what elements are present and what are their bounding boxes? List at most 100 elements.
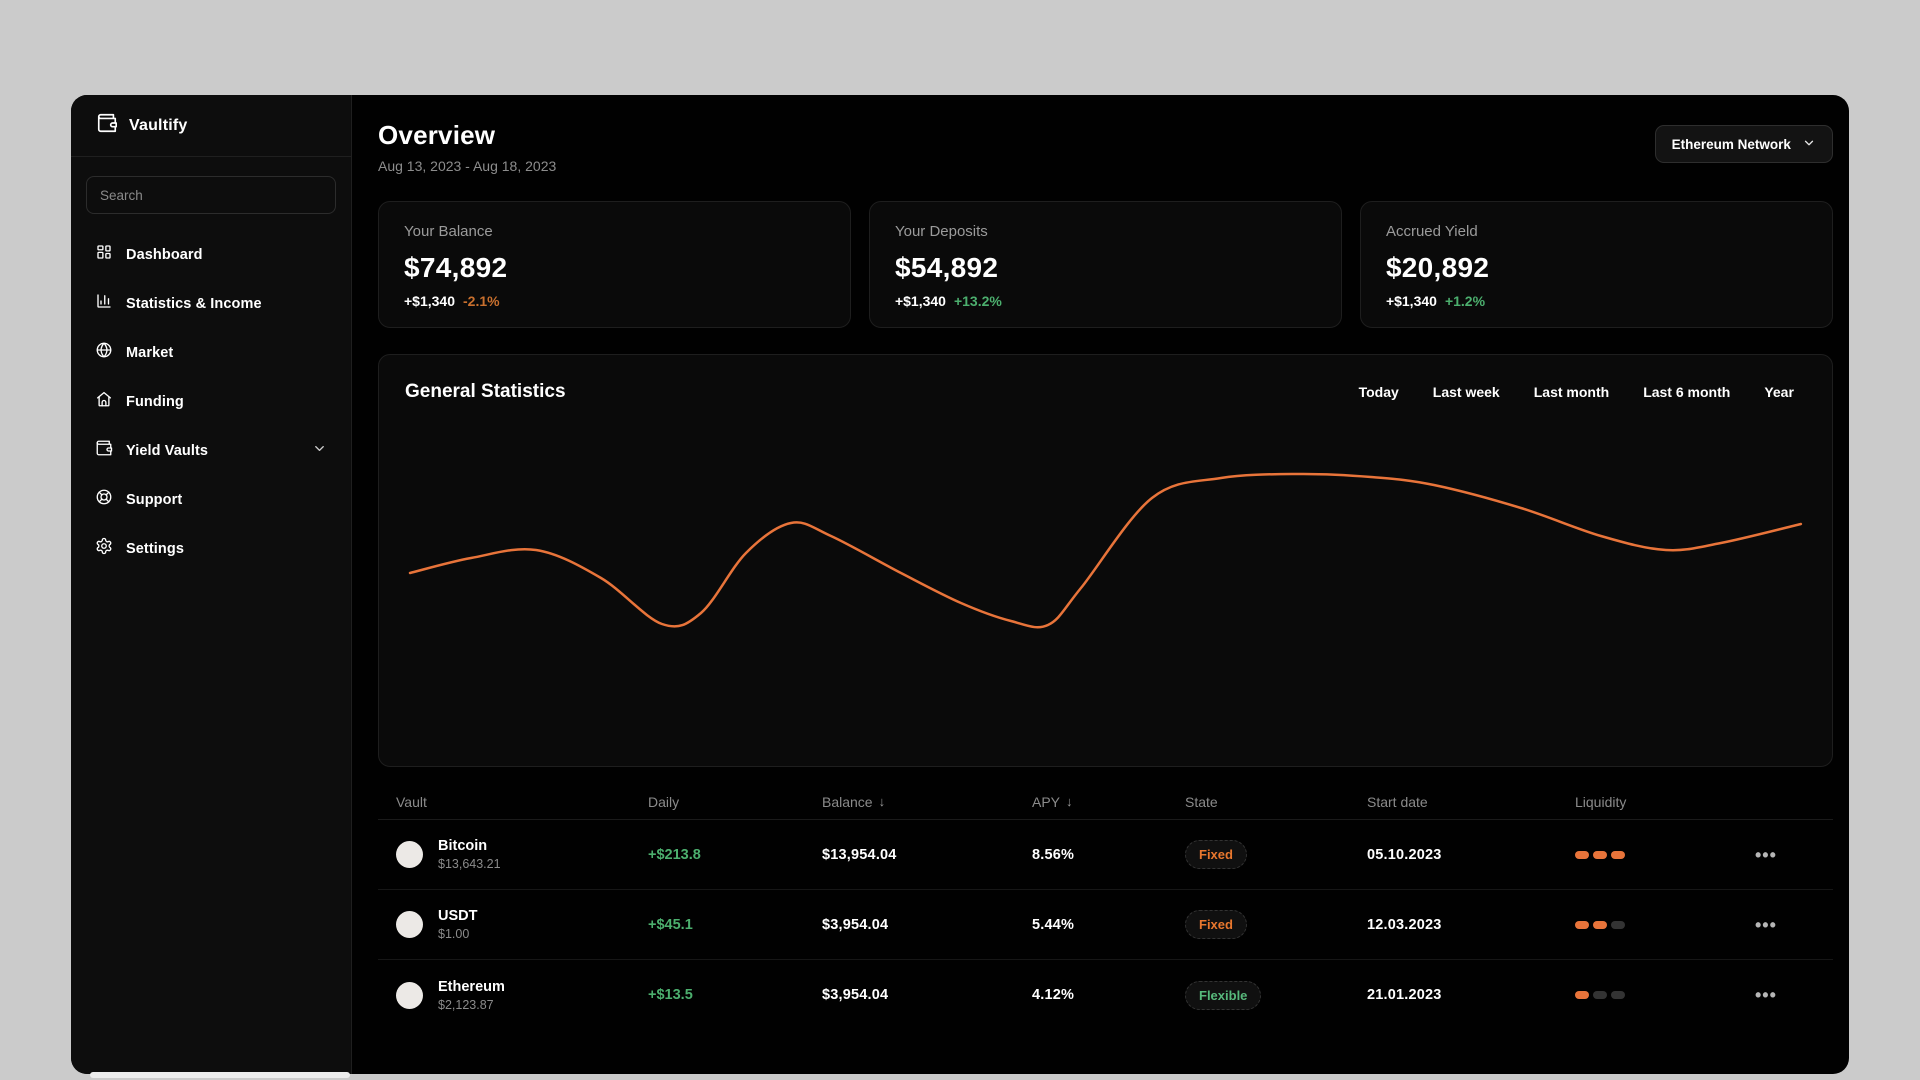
filter-last-6-month[interactable]: Last 6 month	[1643, 384, 1730, 400]
sidebar-item-market[interactable]: Market	[84, 332, 338, 373]
card-label: Your Balance	[404, 223, 493, 240]
sort-down-icon: ↓	[1066, 794, 1073, 809]
col-apy[interactable]: APY ↓	[1032, 794, 1185, 810]
section-title: General Statistics	[405, 381, 566, 402]
table-header: Vault Daily Balance ↓ APY ↓ State Start da…	[378, 784, 1833, 820]
start-date: 12.03.2023	[1367, 916, 1442, 933]
card-label: Your Deposits	[894, 223, 988, 240]
filter-last-month[interactable]: Last month	[1534, 384, 1609, 400]
apy-value: 5.44%	[1032, 916, 1075, 933]
card-change: +$1,340	[894, 293, 946, 309]
sidebar-nav: Dashboard Statistics & Income Market Fun…	[71, 218, 351, 593]
state-badge: Flexible	[1185, 980, 1262, 1010]
coin-price: $13,643.21	[438, 857, 501, 871]
card-value: $54,892	[894, 252, 999, 283]
daily-change: +$213.8	[648, 846, 701, 863]
table-row-bitcoin[interactable]: Bitcoin $13,643.21 +$213.8 $13,954.04 8.…	[378, 820, 1833, 890]
state-badge: Fixed	[1185, 910, 1247, 939]
usdt-coin-icon	[396, 911, 423, 938]
page-title: Overview	[378, 120, 496, 150]
coin-price: $2,123.87	[438, 997, 494, 1012]
liquidity-indicator	[1575, 850, 1755, 859]
globe-icon	[95, 341, 113, 364]
daily-change: +$45.1	[648, 916, 693, 933]
sidebar-item-dashboard[interactable]: Dashboard	[84, 234, 338, 275]
main-content: Overview Aug 13, 2023 - Aug 18, 2023 Eth…	[352, 95, 1849, 1074]
sidebar-item-label: Dashboard	[126, 246, 203, 263]
filter-last-week[interactable]: Last week	[1433, 384, 1500, 400]
home-icon	[95, 390, 113, 413]
col-state[interactable]: State	[1185, 794, 1367, 810]
app-window: Vaultify Dashboard	[71, 95, 1849, 1074]
lifebuoy-icon	[95, 488, 113, 511]
sidebar-item-funding[interactable]: Funding	[84, 381, 338, 422]
card-change: +$1,340	[1385, 293, 1437, 309]
network-selector-button[interactable]: Ethereum Network	[1654, 125, 1833, 163]
logo: Vaultify	[71, 95, 351, 157]
apy-value: 4.12%	[1032, 987, 1075, 1003]
card-change: +$1,340	[404, 293, 455, 309]
filter-year[interactable]: Year	[1764, 384, 1794, 400]
chevron-down-icon[interactable]	[312, 441, 327, 461]
sidebar-item-label: Yield Vaults	[126, 442, 209, 459]
coin-name: USDT	[438, 908, 478, 924]
row-actions-menu[interactable]: •••	[1755, 846, 1833, 864]
performance-line-chart	[379, 403, 1832, 751]
sidebar-item-label: Market	[126, 344, 174, 361]
col-vault[interactable]: Vault	[396, 794, 648, 810]
sidebar-item-yield-vaults[interactable]: Yield Vaults	[84, 430, 338, 471]
sidebar-item-label: Support	[126, 491, 183, 508]
app-title: Vaultify	[129, 116, 188, 134]
bitcoin-coin-icon	[396, 841, 423, 868]
table-row-usdt[interactable]: USDT $1.00 +$45.1 $3,954.04 5.44% Fixed …	[378, 890, 1833, 960]
network-selector-label: Ethereum Network	[1671, 136, 1791, 152]
col-liquidity[interactable]: Liquidity	[1575, 794, 1755, 810]
row-actions-menu[interactable]: •••	[1755, 916, 1833, 934]
start-date: 21.01.2023	[1367, 987, 1442, 1003]
vaults-table: Vault Daily Balance ↓ APY ↓ State Start da…	[378, 784, 1833, 1030]
col-balance[interactable]: Balance ↓	[822, 794, 1032, 810]
balance-value: $13,954.04	[822, 846, 897, 863]
filter-today[interactable]: Today	[1359, 384, 1399, 400]
bar-chart-icon	[95, 292, 113, 315]
apy-value: 8.56%	[1032, 846, 1075, 863]
row-actions-menu[interactable]: •••	[1755, 986, 1833, 1004]
gear-icon	[95, 537, 113, 560]
coin-name: Bitcoin	[438, 838, 488, 854]
card-delta: -2.1%	[463, 293, 500, 309]
sidebar-item-label: Statistics & Income	[126, 295, 262, 312]
wallet-logo-icon	[96, 112, 118, 139]
sidebar-item-settings[interactable]: Settings	[84, 528, 338, 569]
balance-value: $3,954.04	[822, 987, 889, 1003]
state-badge: Fixed	[1185, 840, 1247, 869]
time-filters: Today Last week Last month Last 6 month …	[1359, 384, 1794, 400]
horizontal-scrollbar[interactable]	[90, 1072, 350, 1078]
balance-card: Your Balance $74,892 +$1,340 -2.1%	[378, 201, 851, 328]
liquidity-indicator	[1575, 920, 1755, 929]
sidebar: Vaultify Dashboard	[71, 95, 352, 1074]
daily-change: +$13.5	[648, 987, 693, 1003]
card-delta: +13.2%	[953, 293, 1002, 309]
table-row-ethereum[interactable]: Ethereum $2,123.87 +$13.5 $3,954.04 4.12…	[378, 960, 1833, 1030]
sidebar-item-label: Funding	[126, 393, 184, 410]
sort-down-icon: ↓	[878, 794, 886, 809]
col-daily[interactable]: Daily	[648, 794, 822, 810]
sidebar-item-support[interactable]: Support	[84, 479, 338, 520]
line-chart-svg	[408, 472, 1803, 629]
accrued-yield-card: Accrued Yield $20,892 +$1,340 +1.2%	[1359, 201, 1833, 328]
start-date: 05.10.2023	[1367, 846, 1442, 863]
dashboard-grid-icon	[95, 243, 113, 266]
date-range: Aug 13, 2023 - Aug 18, 2023	[378, 158, 557, 174]
wallet-icon	[95, 439, 113, 462]
chevron-down-icon	[1802, 136, 1816, 153]
card-value: $74,892	[404, 252, 508, 283]
search-input[interactable]	[86, 176, 336, 214]
ethereum-coin-icon	[396, 981, 423, 1009]
col-start-date[interactable]: Start date	[1367, 794, 1575, 810]
deposits-card: Your Deposits $54,892 +$1,340 +13.2%	[868, 201, 1342, 328]
sidebar-item-label: Settings	[126, 540, 184, 557]
sidebar-item-statistics-income[interactable]: Statistics & Income	[84, 283, 338, 324]
stat-cards: Your Balance $74,892 +$1,340 -2.1% Your …	[378, 201, 1833, 328]
card-label: Accrued Yield	[1385, 223, 1478, 240]
coin-price: $1.00	[438, 927, 470, 941]
